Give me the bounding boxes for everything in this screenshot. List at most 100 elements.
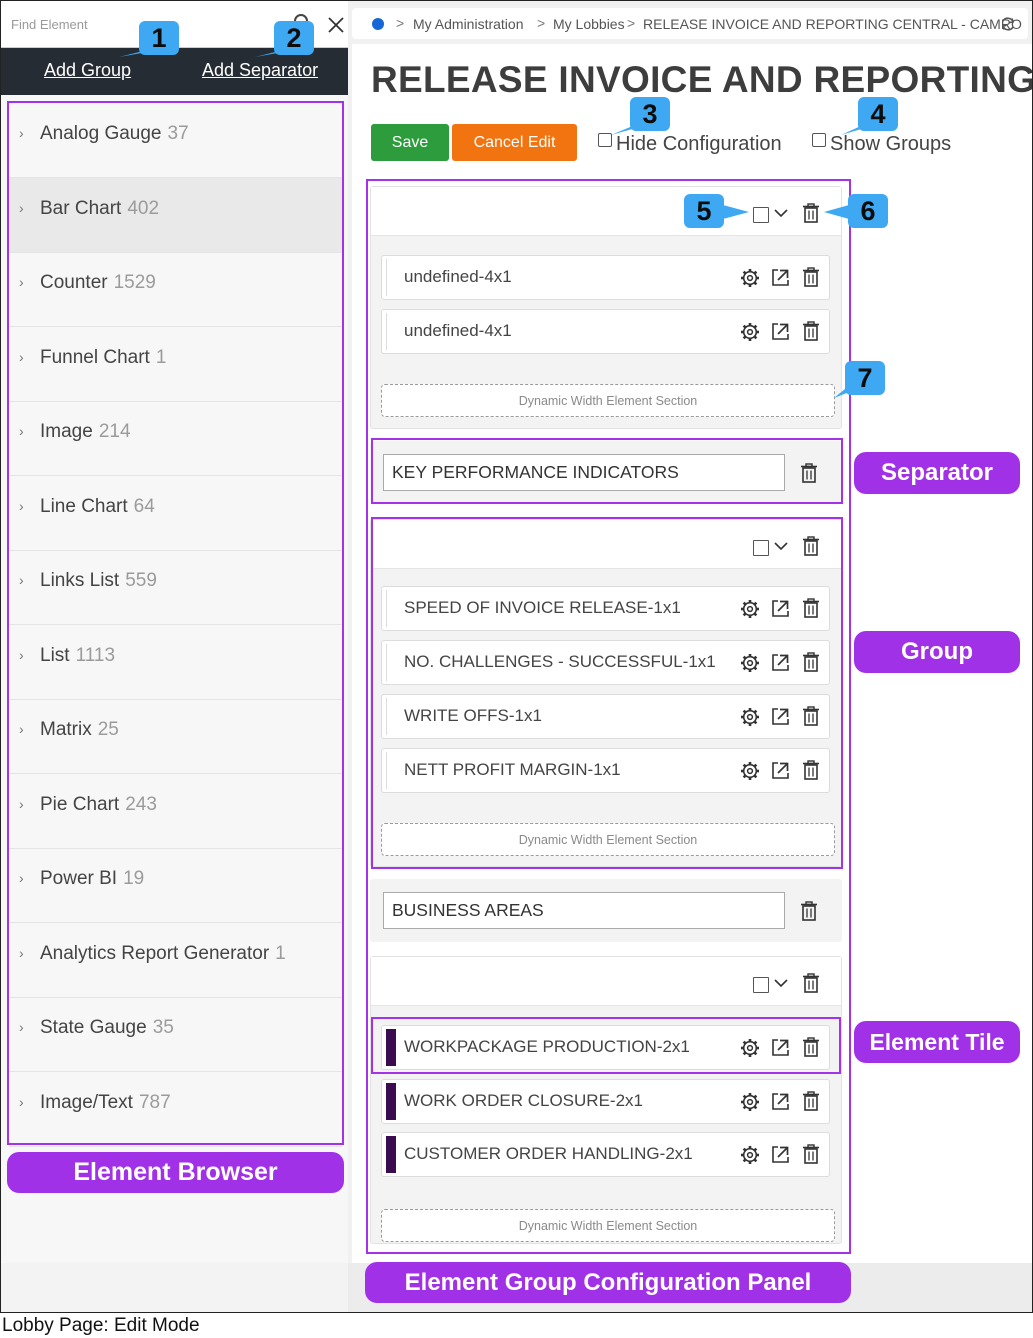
chevron-down-icon[interactable]: [772, 204, 790, 222]
breadcrumb-item-current: RELEASE INVOICE AND REPORTING CENTRAL - …: [643, 16, 1022, 32]
tile-drag-handle[interactable]: [386, 259, 396, 296]
open-external-icon[interactable]: [771, 1145, 790, 1164]
element-name: Image/Text: [40, 1091, 133, 1113]
group-select-checkbox[interactable]: [753, 207, 769, 223]
element-count: 1529: [113, 272, 156, 293]
element-item-label: Image/Text 787: [40, 1092, 171, 1114]
element-item[interactable]: › Image 214: [9, 401, 342, 476]
chevron-right-icon: ›: [19, 348, 24, 365]
element-item-label: Counter 1529: [40, 272, 156, 294]
dynamic-width-section[interactable]: Dynamic Width Element Section: [381, 384, 835, 417]
element-tile[interactable]: WORK ORDER CLOSURE-2x1: [381, 1079, 830, 1124]
group-tag: Group: [854, 631, 1020, 673]
home-icon[interactable]: [372, 18, 384, 30]
delete-tile-icon[interactable]: [802, 1144, 820, 1164]
element-name: Bar Chart: [40, 197, 122, 219]
group-select-checkbox[interactable]: [753, 977, 769, 993]
element-tile[interactable]: CUSTOMER ORDER HANDLING-2x1: [381, 1132, 830, 1177]
element-item-label: Bar Chart 402: [40, 198, 159, 220]
delete-group-icon[interactable]: [802, 973, 820, 993]
element-item[interactable]: › Links List 559: [9, 550, 342, 625]
open-external-icon[interactable]: [771, 322, 790, 341]
callout-6: 6: [848, 194, 888, 228]
tile-drag-handle[interactable]: [386, 1136, 396, 1173]
element-count: 19: [123, 868, 145, 889]
open-external-icon[interactable]: [771, 1092, 790, 1111]
callout-3: 3: [630, 97, 670, 131]
delete-group-icon[interactable]: [802, 203, 820, 223]
hide-configuration-checkbox[interactable]: Hide Configuration: [598, 133, 782, 156]
element-count: 1: [275, 942, 286, 964]
checkbox-icon[interactable]: [598, 133, 612, 147]
element-item[interactable]: › Counter 1529: [9, 252, 342, 327]
element-name: Line Chart: [40, 495, 128, 517]
save-button[interactable]: Save: [371, 124, 449, 161]
separator-title-input[interactable]: BUSINESS AREAS: [383, 892, 785, 929]
element-item-label: State Gauge 35: [40, 1017, 174, 1039]
breadcrumb-item-administration[interactable]: My Administration: [413, 16, 523, 32]
settings-gear-icon[interactable]: [740, 1145, 760, 1165]
element-count: 559: [125, 570, 157, 591]
chevron-right-icon: ›: [19, 497, 24, 514]
cancel-edit-button[interactable]: Cancel Edit: [452, 124, 577, 161]
element-item[interactable]: › Pie Chart 243: [9, 774, 342, 849]
settings-gear-icon[interactable]: [740, 268, 760, 288]
element-item-label: Links List 559: [40, 570, 157, 592]
group-header: [371, 187, 841, 236]
chevron-right-icon: ›: [19, 423, 24, 439]
breadcrumb-separator: >: [627, 15, 636, 31]
element-item[interactable]: › Line Chart 64: [9, 476, 342, 551]
close-icon[interactable]: [325, 14, 347, 36]
add-separator-link[interactable]: Add Separator: [202, 60, 318, 81]
dynamic-width-section[interactable]: Dynamic Width Element Section: [381, 1209, 835, 1242]
open-external-icon[interactable]: [771, 268, 790, 287]
tile-drag-handle[interactable]: [386, 313, 396, 350]
element-count: 25: [97, 719, 119, 740]
delete-tile-icon[interactable]: [802, 1091, 820, 1111]
checkbox-icon[interactable]: [812, 133, 826, 147]
element-item[interactable]: › State Gauge 35: [9, 997, 342, 1072]
element-item-label: Line Chart 64: [40, 496, 155, 518]
delete-tile-icon[interactable]: [802, 267, 820, 287]
element-item-label: Pie Chart 243: [40, 794, 157, 816]
element-browser-tag: Element Browser: [7, 1152, 344, 1193]
separator: BUSINESS AREAS: [370, 879, 842, 942]
delete-tile-icon[interactable]: [802, 321, 820, 341]
settings-gear-icon[interactable]: [740, 322, 760, 342]
callout-7: 7: [845, 361, 885, 395]
element-item[interactable]: › Image/Text 787: [9, 1072, 342, 1147]
element-item-label: Funnel Chart 1: [40, 347, 166, 369]
element-item-label: Power BI 19: [40, 868, 144, 890]
settings-gear-icon[interactable]: [740, 1092, 760, 1112]
element-tile[interactable]: undefined-4x1: [381, 309, 830, 354]
element-item[interactable]: › List 1113: [9, 625, 342, 700]
callout-4: 4: [858, 97, 898, 131]
chevron-right-icon: ›: [19, 125, 24, 141]
element-tile[interactable]: undefined-4x1: [381, 255, 830, 300]
element-name: Power BI: [40, 868, 118, 889]
refresh-icon[interactable]: [1000, 16, 1016, 32]
element-item[interactable]: › Analog Gauge 37: [9, 103, 342, 178]
breadcrumb-item-lobbies[interactable]: My Lobbies: [553, 16, 625, 32]
element-list: › Analog Gauge 37 › Bar Chart 402 › Counter 1529…: [7, 101, 344, 1147]
chevron-right-icon: ›: [19, 721, 24, 737]
element-item-label: List 1113: [40, 645, 115, 667]
element-item[interactable]: › Bar Chart 402: [9, 177, 342, 253]
chevron-right-icon: ›: [19, 870, 24, 886]
element-item[interactable]: › Matrix 25: [9, 699, 342, 774]
element-count: 1113: [75, 644, 116, 666]
element-item[interactable]: › Analytics Report Generator 1: [9, 923, 342, 998]
element-item[interactable]: › Funnel Chart 1: [9, 327, 342, 402]
chevron-down-icon[interactable]: [772, 974, 790, 992]
show-groups-checkbox[interactable]: Show Groups: [812, 133, 951, 156]
element-count: 214: [98, 421, 131, 442]
tile-drag-handle[interactable]: [386, 1083, 396, 1120]
figure-caption: Lobby Page: Edit Mode: [2, 1315, 200, 1336]
element-name: Analytics Report Generator: [40, 942, 270, 964]
callout-5: 5: [684, 194, 724, 228]
add-group-link[interactable]: Add Group: [44, 60, 131, 81]
delete-separator-icon[interactable]: [800, 901, 818, 921]
breadcrumb-separator: >: [537, 15, 546, 31]
element-item[interactable]: › Power BI 19: [9, 848, 342, 923]
group-highlight: [371, 517, 843, 869]
